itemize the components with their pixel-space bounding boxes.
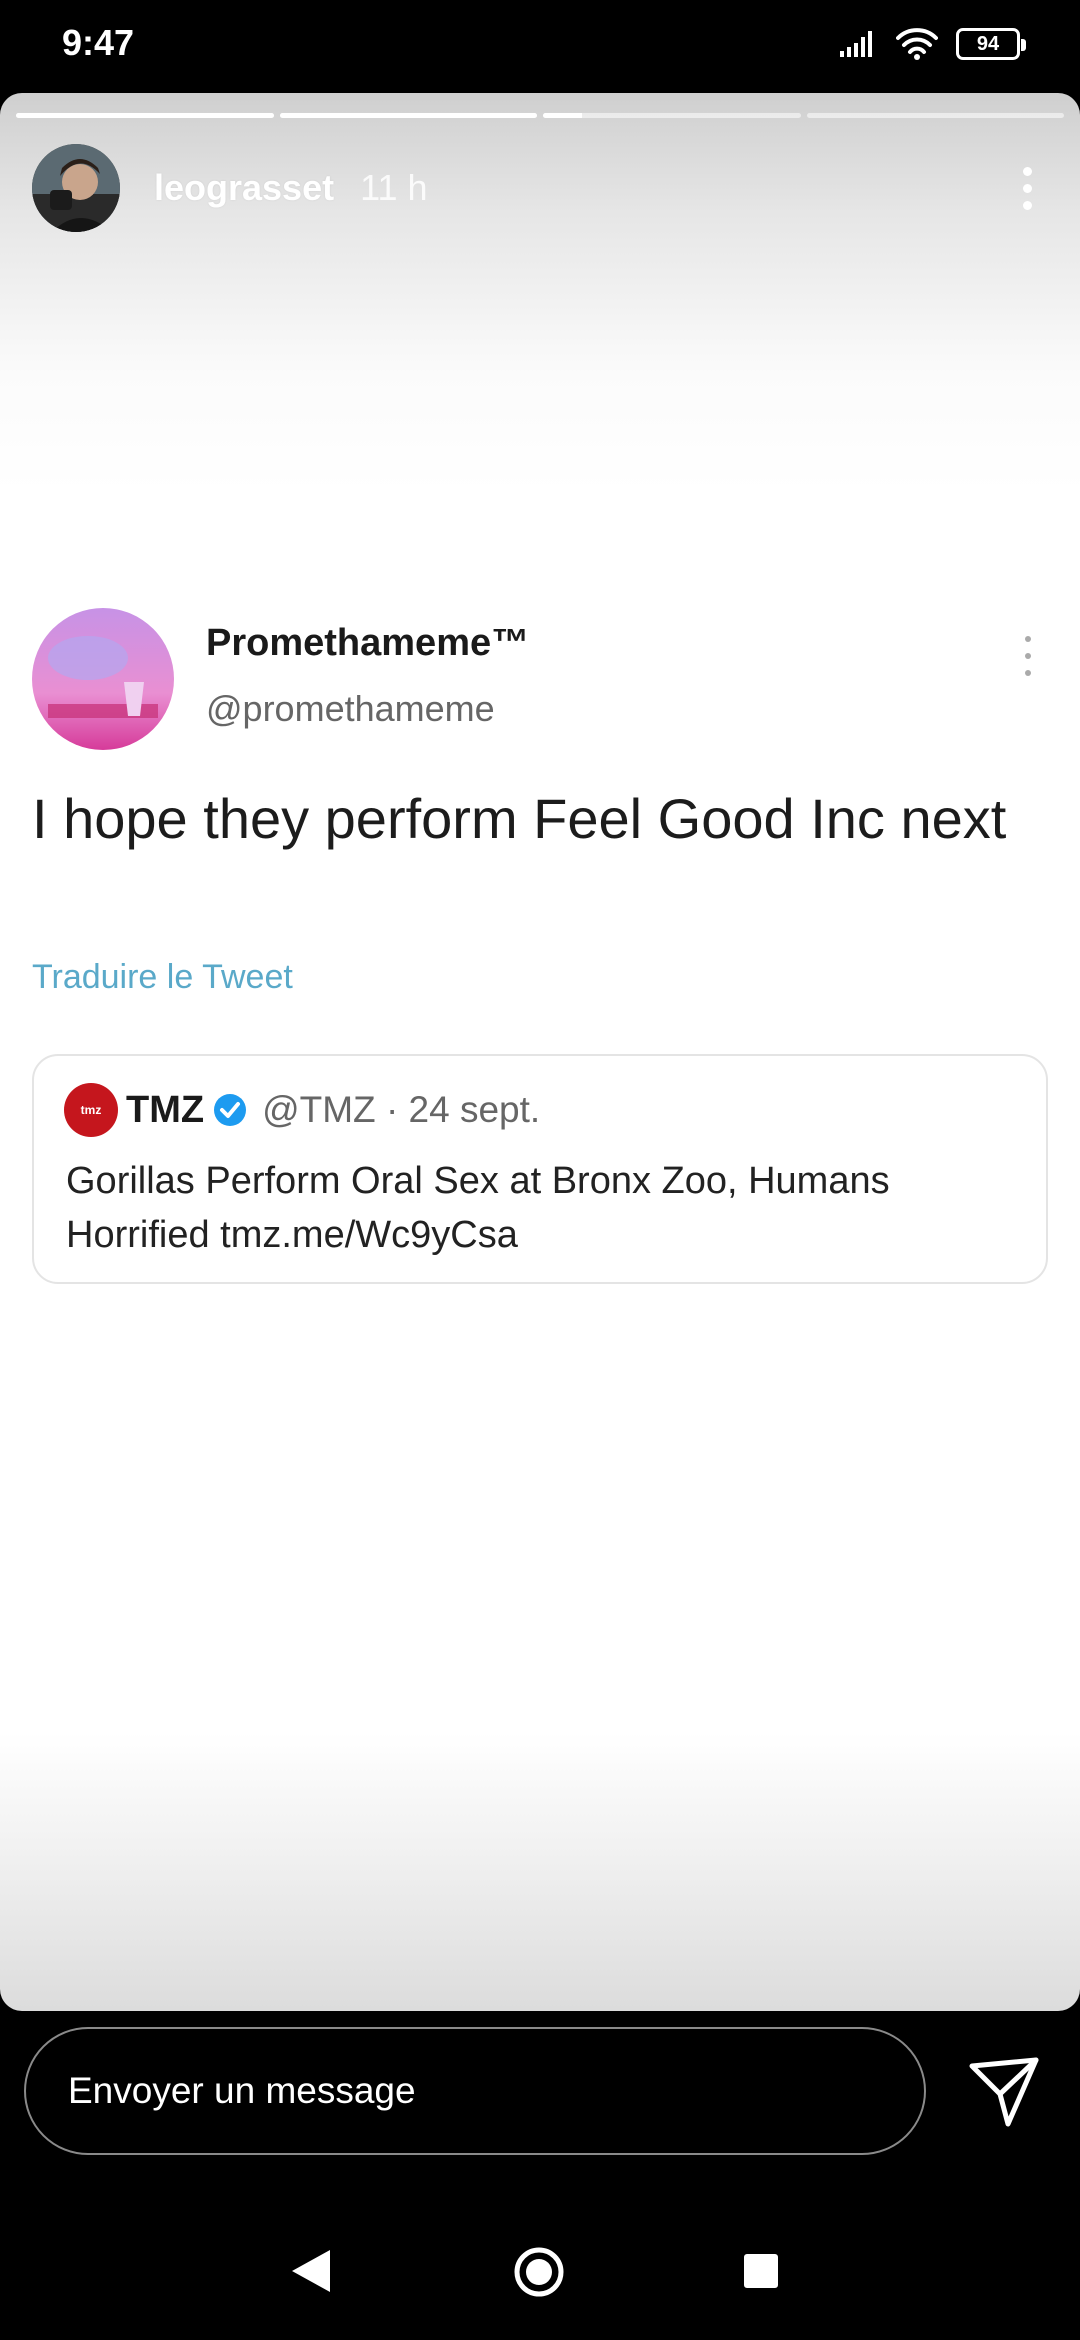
send-icon[interactable]: [966, 2054, 1042, 2130]
story-view[interactable]: leograsset 11 h Promethameme™ @prometham…: [0, 93, 1080, 2011]
avatar[interactable]: [32, 144, 120, 232]
battery-icon: 94: [956, 28, 1026, 60]
story-username[interactable]: leograsset: [154, 167, 334, 209]
back-icon[interactable]: [290, 2248, 332, 2294]
story-progress: [16, 113, 1064, 119]
quoted-name: TMZ: [126, 1088, 205, 1131]
recents-icon[interactable]: [744, 2254, 778, 2288]
progress-fill: [16, 113, 274, 118]
tmz-logo-text: tmz: [80, 1103, 102, 1117]
progress-segment: [543, 113, 801, 118]
quoted-tweet: tmz TMZ @TMZ · 24 sept. Gorillas Perform…: [32, 1054, 1048, 1284]
tweet-display-name: Promethameme™: [206, 622, 530, 664]
tmz-logo: tmz: [64, 1083, 118, 1137]
battery-level: 94: [976, 32, 1000, 55]
message-placeholder: Envoyer un message: [68, 2070, 416, 2111]
quoted-tweet-header: tmz TMZ @TMZ · 24 sept.: [64, 1082, 540, 1138]
quoted-text: Gorillas Perform Oral Sex at Bronx Zoo, …: [66, 1160, 890, 1256]
status-icons: 94: [838, 24, 1026, 64]
progress-segment: [279, 113, 537, 118]
progress-segment: [16, 113, 274, 118]
quoted-handle-date: @TMZ · 24 sept.: [262, 1089, 541, 1130]
more-vertical-icon[interactable]: [1012, 158, 1042, 218]
progress-segment: [806, 113, 1064, 118]
progress-fill: [279, 113, 537, 118]
home-icon[interactable]: [513, 2246, 565, 2298]
verified-badge-icon: [214, 1094, 247, 1126]
tweet-text: I hope they perform Feel Good Inc next: [32, 787, 1007, 850]
story-time: 11 h: [360, 167, 428, 208]
wifi-icon: [896, 28, 938, 60]
status-time: 9:47: [62, 22, 135, 63]
story-header: leograsset 11 h: [32, 143, 1060, 233]
progress-fill: [543, 113, 582, 118]
message-input[interactable]: Envoyer un message: [24, 2027, 926, 2155]
tweet-handle: @promethameme: [206, 688, 495, 729]
tweet-avatar: [32, 608, 174, 750]
signal-icon: [840, 31, 872, 57]
tweet-more-icon: [1022, 636, 1034, 676]
status-bar: 9:47 94: [0, 0, 1080, 90]
translate-link: Traduire le Tweet: [32, 958, 293, 996]
